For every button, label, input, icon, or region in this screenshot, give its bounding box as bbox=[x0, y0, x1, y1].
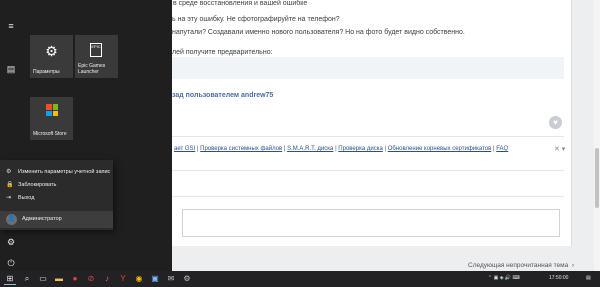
system-tray-icons[interactable]: ⌃ ▣ ◈ 🔊 ⌨ bbox=[488, 275, 520, 281]
sign-out-icon: ⇥ bbox=[6, 195, 12, 201]
search-icon[interactable]: ⌕ bbox=[21, 273, 33, 285]
page-scrollbar[interactable] bbox=[594, 0, 600, 271]
divider bbox=[172, 170, 564, 171]
terminal-icon[interactable]: ▣ bbox=[149, 273, 161, 285]
sig-link[interactable]: ает GSI bbox=[174, 146, 195, 152]
explorer-icon[interactable]: ▬ bbox=[53, 273, 65, 285]
sig-link[interactable]: Обновление корневых сертификатов bbox=[388, 146, 492, 152]
menu-item-label: Изменить параметры учетной запис bbox=[18, 169, 111, 175]
sig-link[interactable]: S.M.A.R.T. диска bbox=[287, 146, 333, 152]
like-heart-icon[interactable]: ♥ bbox=[549, 116, 562, 129]
task-view-icon[interactable]: ▭ bbox=[37, 273, 49, 285]
menu-item-label: Заблокировать bbox=[18, 182, 57, 188]
tile-epic-games[interactable]: EPIC Epic Games Launcher bbox=[75, 35, 118, 78]
yandex-icon[interactable]: Y bbox=[117, 273, 129, 285]
screen: как раз в среде восстановления и вашей о… bbox=[0, 0, 600, 287]
divider bbox=[172, 136, 564, 137]
gear-icon: ⚙ bbox=[45, 43, 58, 59]
settings-icon[interactable]: ⚙ bbox=[5, 236, 17, 248]
next-unread-topic-link[interactable]: Следующая непрочитанная тема › bbox=[468, 262, 574, 269]
sig-link[interactable]: Проверка диска bbox=[338, 146, 383, 152]
store-icon bbox=[46, 104, 58, 116]
account-flyout: ⚙ Изменить параметры учетной запис 🔒 Заб… bbox=[0, 160, 113, 230]
user-settings-icon: ⚙ bbox=[6, 169, 12, 175]
menu-item-label: Выход bbox=[18, 195, 35, 201]
scrollbar-thumb[interactable] bbox=[595, 148, 599, 208]
post-author-line[interactable]: зад пользователем andrew75 bbox=[172, 92, 273, 99]
signature-links: ает GSI | Проверка системных файлов | S.… bbox=[174, 146, 509, 152]
change-account-settings-item[interactable]: ⚙ Изменить параметры учетной запис bbox=[0, 166, 113, 179]
lock-item[interactable]: 🔒 Заблокировать bbox=[0, 179, 113, 192]
start-menu: ≡ ▤ ⚙ ⏻ ⚙ Параметры EPIC Epic Games Laun… bbox=[0, 0, 172, 271]
settings-icon[interactable]: ⚙ bbox=[181, 273, 193, 285]
tile-label: Параметры bbox=[33, 69, 60, 75]
taskbar: ⊞ ⌕ ▭ ▬ ● ⊘ ♪ Y ◉ ▣ ✉ ⚙ ⌃ ▣ ◈ 🔊 ⌨ 17:50:… bbox=[0, 271, 600, 287]
mail-icon[interactable]: ✉ bbox=[165, 273, 177, 285]
tile-settings[interactable]: ⚙ Параметры bbox=[30, 35, 73, 78]
quote-block bbox=[172, 57, 564, 79]
reply-box[interactable] bbox=[182, 209, 560, 237]
post-text-line: напутали? Создавали именно нового пользо… bbox=[172, 29, 465, 36]
sig-link[interactable]: Проверка системных файлов bbox=[200, 146, 282, 152]
post-text-line: лей получите предварительно: bbox=[172, 49, 273, 56]
start-icon[interactable]: ⊞ bbox=[4, 273, 16, 285]
close-icon[interactable]: ✕ ▾ bbox=[554, 145, 565, 153]
tile-label: Microsoft Store bbox=[33, 131, 67, 137]
tile-label: Epic Games Launcher bbox=[78, 63, 106, 75]
tile-microsoft-store[interactable]: Microsoft Store bbox=[30, 97, 73, 140]
power-icon[interactable]: ⏻ bbox=[5, 257, 17, 269]
hamburger-menu-icon[interactable]: ≡ bbox=[5, 20, 17, 32]
lock-icon: 🔒 bbox=[6, 182, 14, 188]
epic-games-icon: EPIC bbox=[90, 43, 102, 57]
music-icon[interactable]: ♪ bbox=[101, 273, 113, 285]
start-rail: ≡ ▤ ⚙ ⏻ bbox=[0, 0, 22, 271]
chrome-icon[interactable]: ◉ bbox=[133, 273, 145, 285]
all-apps-icon[interactable]: ▤ bbox=[5, 63, 17, 75]
sig-link[interactable]: FAQ bbox=[496, 146, 508, 152]
divider bbox=[172, 196, 564, 197]
chrome-icon[interactable]: ● bbox=[69, 273, 81, 285]
notification-icon[interactable]: ▤ bbox=[586, 275, 591, 281]
post-text-line: ь на эту ошибку. Не сфотографируйте на т… bbox=[172, 16, 340, 23]
clock[interactable]: 17:50:00 bbox=[549, 275, 568, 281]
current-user-item[interactable]: 👤 Администратор bbox=[0, 211, 113, 228]
avatar: 👤 bbox=[6, 214, 17, 225]
user-name: Администратор bbox=[22, 216, 62, 222]
app-icon[interactable]: ⊘ bbox=[85, 273, 97, 285]
sign-out-item[interactable]: ⇥ Выход bbox=[0, 192, 113, 205]
